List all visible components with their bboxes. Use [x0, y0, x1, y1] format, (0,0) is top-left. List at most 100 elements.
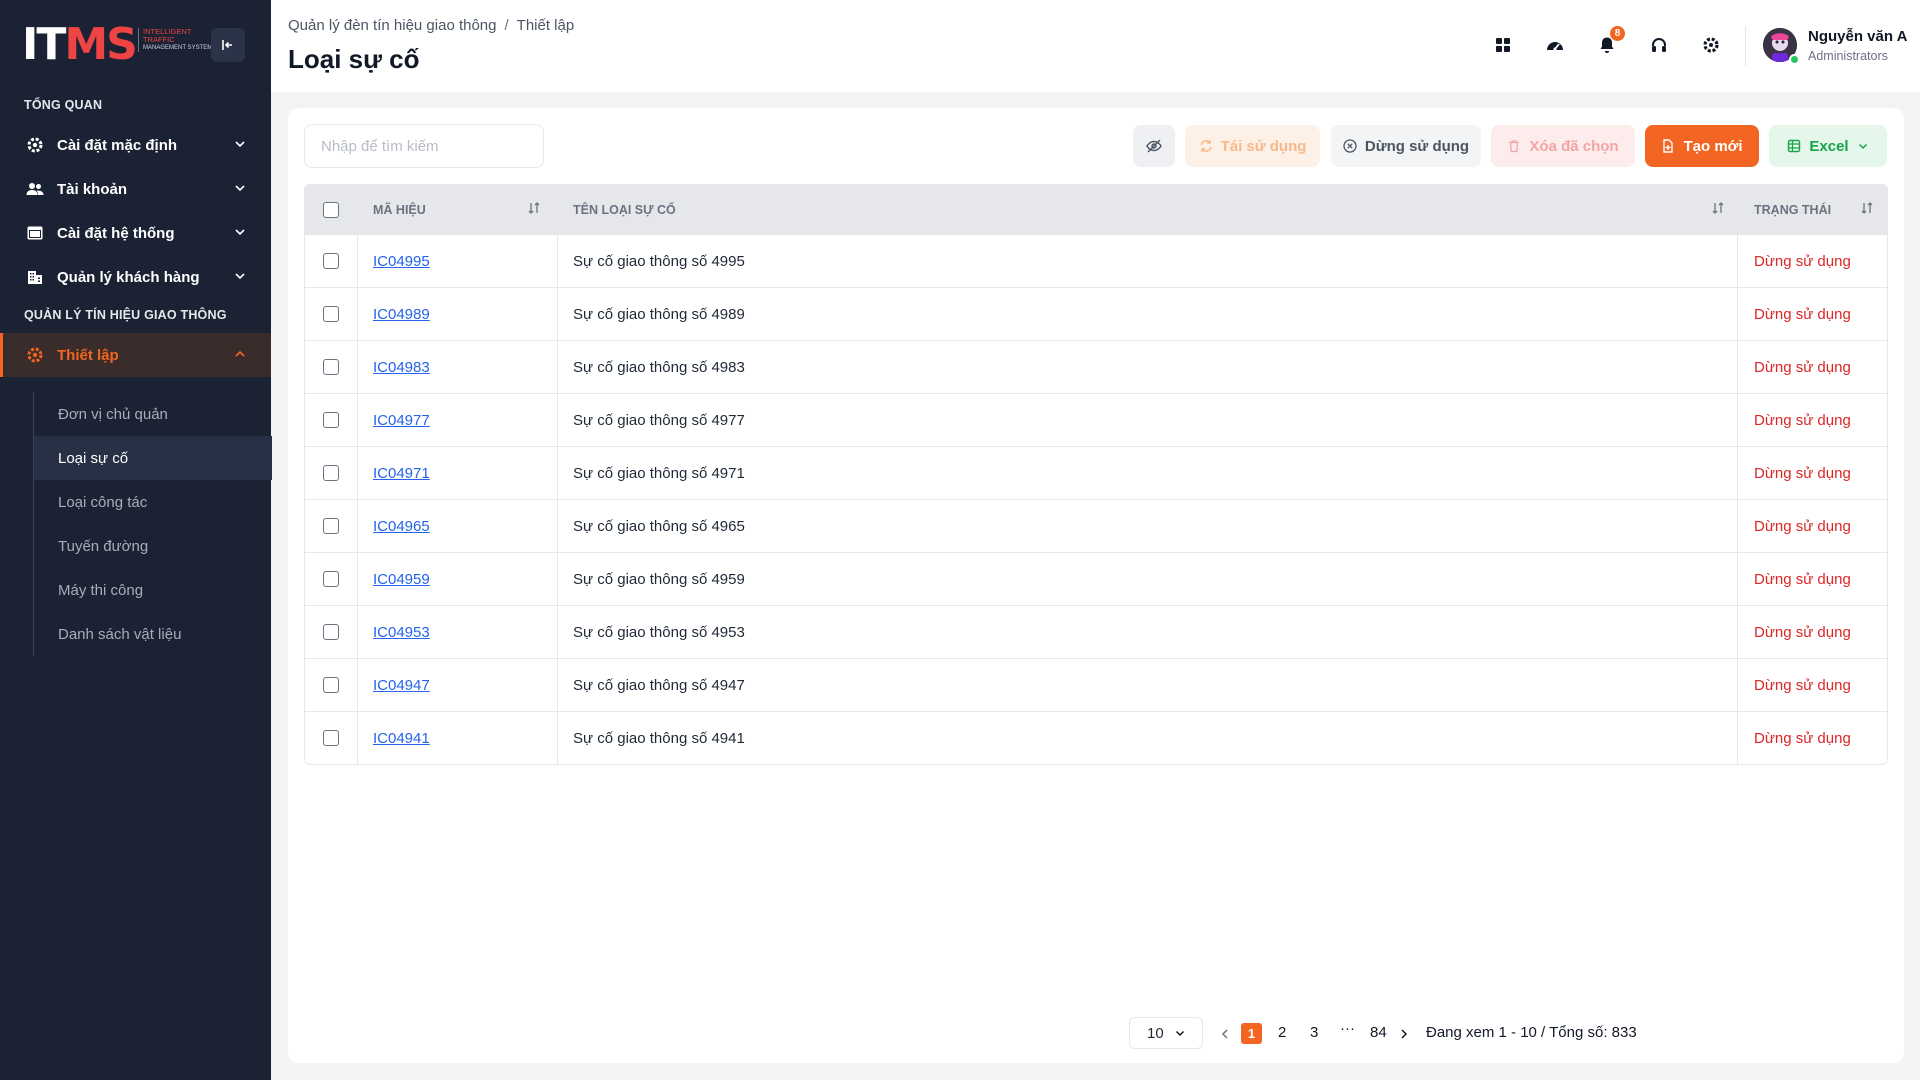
- sidebar-item-system-settings[interactable]: Cài đặt hệ thống: [0, 211, 271, 255]
- collapse-sidebar-button[interactable]: [211, 28, 245, 62]
- settings-gear-icon[interactable]: [1698, 32, 1724, 58]
- row-checkbox[interactable]: [323, 518, 339, 534]
- sidebar-item-customers[interactable]: Quản lý khách hàng: [0, 255, 271, 299]
- row-code-link[interactable]: IC04977: [373, 394, 430, 446]
- logo-wordmark: ITMS: [22, 19, 138, 70]
- row-code-link[interactable]: IC04983: [373, 341, 430, 393]
- spreadsheet-icon: [1788, 139, 1801, 153]
- col-header-status[interactable]: TRẠNG THÁI: [1754, 185, 1831, 234]
- incident-types-table: MÃ HIỆU TÊN LOẠI SỰ CỐ TRẠNG THÁI IC0499…: [304, 184, 1888, 765]
- row-checkbox[interactable]: [323, 306, 339, 322]
- sidebar-item-label: Cài đặt hệ thống: [57, 224, 175, 242]
- pagination-info: Đang xem 1 - 10 / Tổng số: 833: [1426, 1024, 1637, 1041]
- breadcrumb-item-traffic[interactable]: Quản lý đèn tín hiệu giao thông: [288, 17, 497, 34]
- column-divider: [557, 447, 558, 499]
- table-row[interactable]: IC04959 Sự cố giao thông số 4959 Dừng sử…: [305, 552, 1887, 605]
- search-input[interactable]: [304, 124, 544, 168]
- row-checkbox[interactable]: [323, 465, 339, 481]
- row-code-link[interactable]: IC04953: [373, 606, 430, 658]
- column-divider: [1737, 394, 1738, 446]
- table-row[interactable]: IC04971 Sự cố giao thông số 4971 Dừng sử…: [305, 446, 1887, 499]
- row-checkbox[interactable]: [323, 624, 339, 640]
- table-row[interactable]: IC04965 Sự cố giao thông số 4965 Dừng sử…: [305, 499, 1887, 552]
- row-checkbox[interactable]: [323, 730, 339, 746]
- column-divider: [1737, 288, 1738, 340]
- headset-support-icon[interactable]: [1646, 32, 1672, 58]
- row-checkbox[interactable]: [323, 571, 339, 587]
- user-name[interactable]: Nguyễn văn A: [1808, 28, 1907, 45]
- row-select-cell: [323, 288, 339, 340]
- column-divider: [357, 606, 358, 658]
- page-ellipsis[interactable]: ···: [1340, 1020, 1355, 1037]
- row-status: Dừng sử dụng: [1754, 517, 1851, 535]
- submenu-item-incident-type[interactable]: Loại sự cố: [34, 436, 272, 480]
- prev-page-icon[interactable]: [1219, 1028, 1231, 1040]
- row-code-link[interactable]: IC04971: [373, 447, 430, 499]
- row-checkbox[interactable]: [323, 677, 339, 693]
- logo-tagline: Intelligent Traffic Management System: [138, 28, 218, 52]
- row-name: Sự cố giao thông số 4983: [573, 358, 745, 376]
- sort-icon[interactable]: [1860, 201, 1874, 215]
- col-header-code[interactable]: MÃ HIỆU: [373, 185, 426, 234]
- excel-export-button[interactable]: Excel: [1769, 125, 1887, 167]
- submenu-item-materials[interactable]: Danh sách vật liệu: [34, 612, 272, 656]
- create-new-button[interactable]: Tạo mới: [1645, 125, 1759, 167]
- table-row[interactable]: IC04989 Sự cố giao thông số 4989 Dừng sử…: [305, 287, 1887, 340]
- page-3-button[interactable]: 3: [1310, 1024, 1318, 1041]
- chevron-up-icon: [235, 350, 245, 357]
- row-code-link[interactable]: IC04959: [373, 553, 430, 605]
- submenu-item-machines[interactable]: Máy thi công: [34, 568, 272, 612]
- sort-icon[interactable]: [1711, 201, 1725, 215]
- table-row[interactable]: IC04995 Sự cố giao thông số 4995 Dừng sử…: [305, 234, 1887, 287]
- table-row[interactable]: IC04941 Sự cố giao thông số 4941 Dừng sử…: [305, 711, 1887, 764]
- row-checkbox[interactable]: [323, 412, 339, 428]
- row-code-link[interactable]: IC04965: [373, 500, 430, 552]
- page-84-button[interactable]: 84: [1370, 1024, 1387, 1041]
- delete-selected-button[interactable]: Xóa đã chọn: [1491, 125, 1635, 167]
- row-code-link[interactable]: IC04995: [373, 235, 430, 287]
- toggle-visibility-button[interactable]: [1133, 125, 1175, 167]
- notification-bell-icon[interactable]: 8: [1594, 26, 1625, 58]
- stop-using-button[interactable]: Dừng sử dụng: [1331, 125, 1481, 167]
- breadcrumb-item-setup[interactable]: Thiết lập: [517, 17, 575, 34]
- submenu-item-managing-unit[interactable]: Đơn vị chủ quản: [34, 392, 272, 436]
- stop-button-label: Dừng sử dụng: [1364, 137, 1470, 155]
- next-page-icon[interactable]: [1398, 1028, 1410, 1040]
- submenu-item-work-type[interactable]: Loại công tác: [34, 480, 272, 524]
- sidebar-item-setup[interactable]: Thiết lập: [0, 333, 271, 377]
- delete-button-label: Xóa đã chọn: [1529, 137, 1619, 155]
- page-size-select[interactable]: 10: [1129, 1017, 1203, 1049]
- table-row[interactable]: IC04953 Sự cố giao thông số 4953 Dừng sử…: [305, 605, 1887, 658]
- col-header-name[interactable]: TÊN LOẠI SỰ CỐ: [573, 185, 676, 234]
- sidebar-item-default-settings[interactable]: Cài đặt mặc định: [0, 123, 271, 167]
- dashboard-gauge-icon[interactable]: [1542, 32, 1568, 58]
- row-select-cell: [323, 235, 339, 287]
- select-all-checkbox[interactable]: [323, 201, 339, 218]
- page-title: Loại sự cố: [288, 44, 420, 74]
- apps-grid-icon[interactable]: [1490, 32, 1516, 58]
- row-code-link[interactable]: IC04941: [373, 712, 430, 764]
- page-2-button[interactable]: 2: [1278, 1024, 1286, 1041]
- submenu-item-routes[interactable]: Tuyến đường: [34, 524, 272, 568]
- sort-icon[interactable]: [527, 201, 541, 215]
- page-1-button[interactable]: 1: [1241, 1023, 1262, 1044]
- section-label-overview: TỔNG QUAN: [24, 98, 103, 112]
- row-code-link[interactable]: IC04947: [373, 659, 430, 711]
- row-select-cell: [323, 447, 339, 499]
- section-label-traffic: QUẢN LÝ TÍN HIỆU GIAO THÔNG: [24, 308, 227, 322]
- row-checkbox[interactable]: [323, 253, 339, 269]
- row-code-link[interactable]: IC04989: [373, 288, 430, 340]
- row-name: Sự cố giao thông số 4953: [573, 623, 745, 641]
- column-divider: [357, 288, 358, 340]
- column-divider: [557, 500, 558, 552]
- reuse-button[interactable]: Tái sử dụng: [1185, 125, 1320, 167]
- row-checkbox[interactable]: [323, 359, 339, 375]
- sidebar-item-accounts[interactable]: Tài khoản: [0, 167, 271, 211]
- table-row[interactable]: IC04947 Sự cố giao thông số 4947 Dừng sử…: [305, 658, 1887, 711]
- row-select-cell: [323, 606, 339, 658]
- gear-icon: [26, 346, 44, 364]
- table-row[interactable]: IC04983 Sự cố giao thông số 4983 Dừng sử…: [305, 340, 1887, 393]
- table-row[interactable]: IC04977 Sự cố giao thông số 4977 Dừng sử…: [305, 393, 1887, 446]
- row-status: Dừng sử dụng: [1754, 570, 1851, 588]
- column-divider: [357, 500, 358, 552]
